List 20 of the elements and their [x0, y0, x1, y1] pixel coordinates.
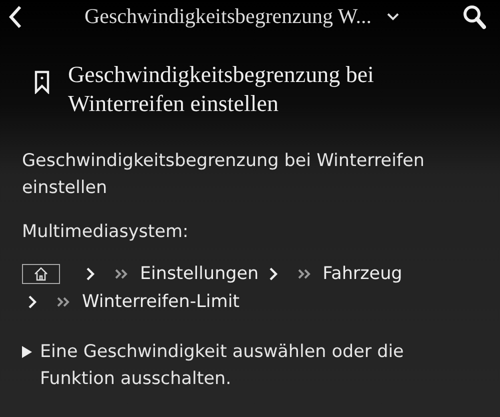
- search-icon[interactable]: [462, 4, 486, 30]
- step-text: Eine Geschwindigkeit auswählen oder die Funktion ausschalten.: [40, 341, 405, 391]
- double-chevron-icon: [298, 269, 311, 279]
- back-icon[interactable]: [8, 5, 22, 29]
- breadcrumb-link[interactable]: Einstellungen: [140, 260, 259, 288]
- chevron-icon: [268, 267, 278, 281]
- play-icon: [22, 346, 32, 358]
- page-title: Geschwindigkeitsbegrenzung W...: [84, 3, 372, 30]
- breadcrumb-link[interactable]: Winterreifen-Limit: [82, 288, 240, 316]
- home-icon[interactable]: [22, 264, 60, 284]
- body-text: Multimediasystem:: [22, 221, 190, 244]
- double-chevron-icon: [115, 269, 128, 279]
- dropdown-icon[interactable]: [387, 13, 400, 21]
- breadcrumb-link[interactable]: Fahrzeug: [322, 260, 402, 288]
- chevron-icon: [86, 267, 95, 281]
- chevron-icon: [28, 295, 37, 309]
- body-text: Geschwindigkeitsbegrenzung bei Winterreifen einstellen: [22, 150, 426, 200]
- bookmark-icon[interactable]: [34, 70, 50, 94]
- article-heading: Geschwindigkeitsbegrenzung bei Winterreifen einstellen: [68, 61, 375, 118]
- double-chevron-icon: [57, 297, 70, 307]
